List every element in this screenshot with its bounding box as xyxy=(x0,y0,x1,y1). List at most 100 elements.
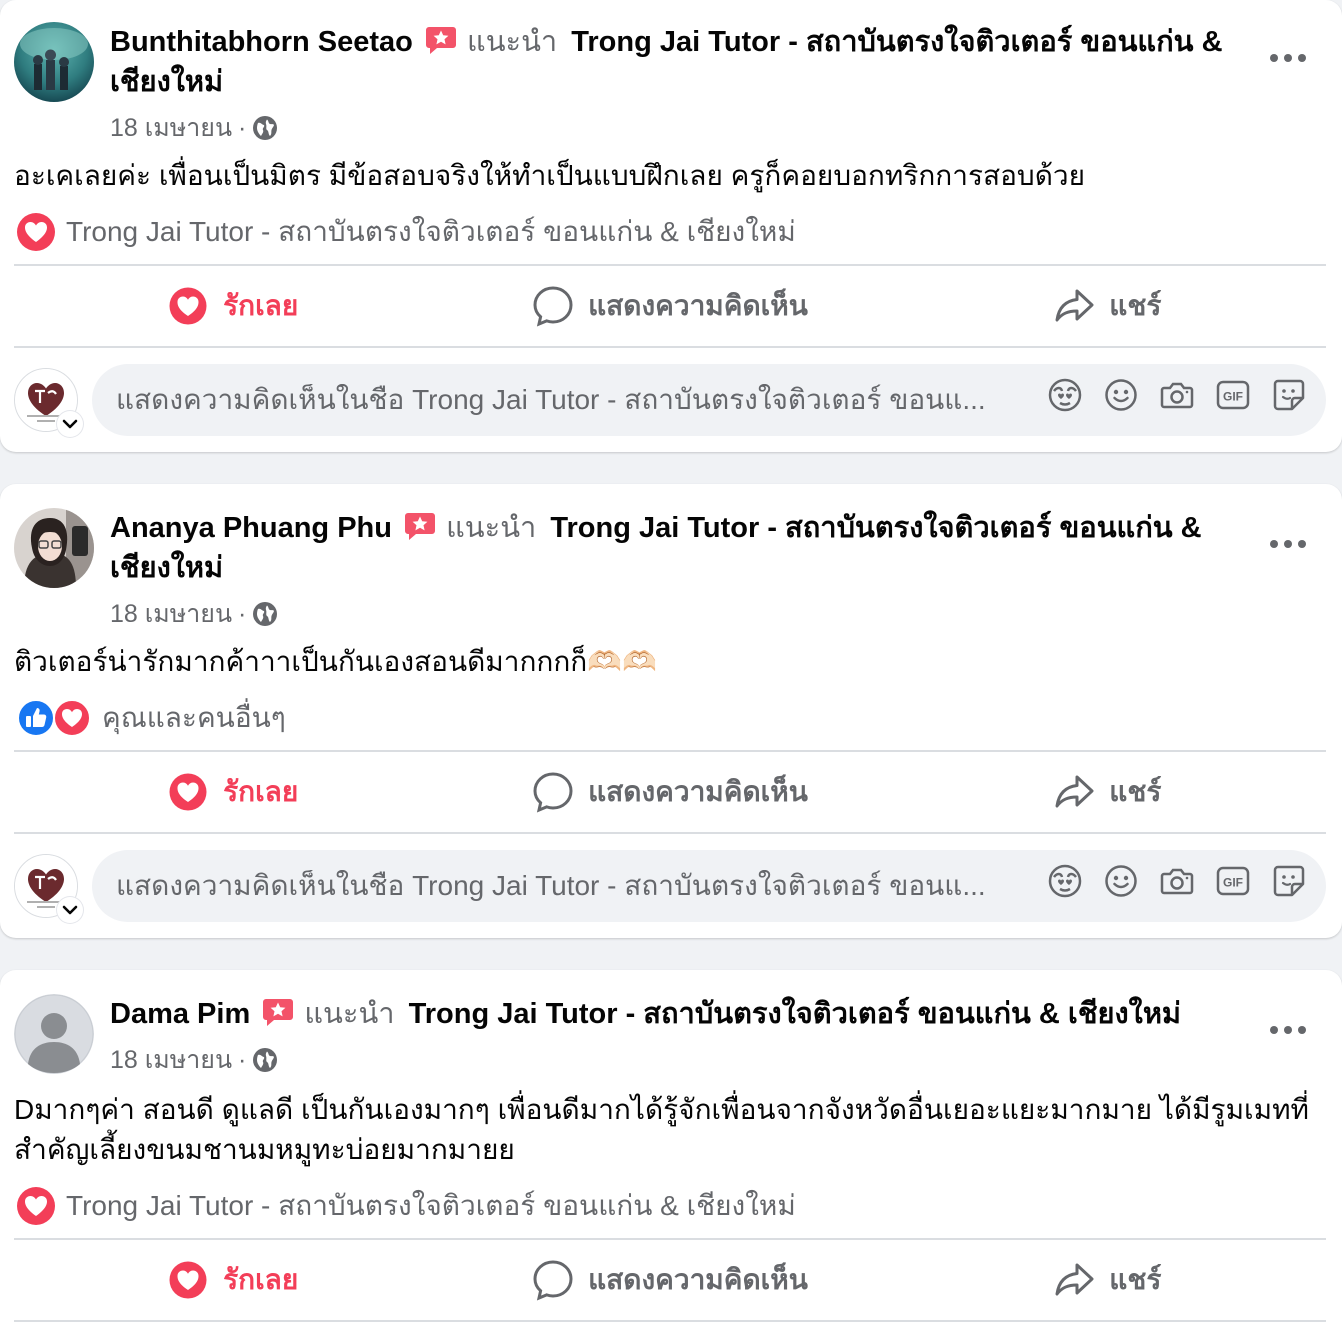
recommend-label: แนะนำ xyxy=(304,998,395,1030)
globe-icon xyxy=(252,1047,278,1073)
love-label: รักเลย xyxy=(223,290,299,321)
action-bar: รักเลย แสดงความคิดเห็น แชร์ xyxy=(14,752,1326,832)
reaction-label: คุณและคนอื่นๆ xyxy=(102,702,286,733)
post-card: Dama Pim แนะนำ Trong Jai Tutor - สถาบันต… xyxy=(0,970,1342,1336)
post-meta: 18 เมษายน · xyxy=(110,594,278,634)
meta-separator: · xyxy=(238,113,247,142)
comment-button[interactable]: แสดงความคิดเห็น xyxy=(451,752,888,832)
post-body: Dมากๆค่า สอนดี ดูแลดี เป็นกันเองมากๆ เพื… xyxy=(14,1094,1309,1165)
comment-label: แสดงความคิดเห็น xyxy=(588,290,808,321)
post-header: Ananya Phuang Phu แนะนำ Trong Jai Tutor … xyxy=(110,508,1240,588)
gif-icon[interactable] xyxy=(1216,864,1250,898)
share-icon xyxy=(1053,285,1095,327)
post-card: Ananya Phuang Phu แนะนำ Trong Jai Tutor … xyxy=(0,484,1342,938)
post-meta: 18 เมษายน · xyxy=(110,1040,278,1080)
comment-tools xyxy=(1048,378,1306,412)
post-body: ติวเตอร์น่ารักมากค้าาาเป็นกันเองสอนดีมาก… xyxy=(14,646,657,677)
avatar-sticker-icon[interactable] xyxy=(1048,378,1082,412)
love-button[interactable]: รักเลย xyxy=(14,1240,451,1320)
author-name[interactable]: Bunthitabhorn Seetao xyxy=(110,26,413,58)
recommend-label: แนะนำ xyxy=(446,512,537,544)
divider xyxy=(14,832,1326,834)
comment-composer xyxy=(14,364,1326,440)
heart-icon xyxy=(167,285,209,327)
share-button[interactable]: แชร์ xyxy=(889,752,1326,832)
heart-icon xyxy=(167,771,209,813)
comment-button[interactable]: แสดงความคิดเห็น xyxy=(451,1240,888,1320)
post-card: Bunthitabhorn Seetao แนะนำ Trong Jai Tut… xyxy=(0,0,1342,452)
post-header: Bunthitabhorn Seetao แนะนำ Trong Jai Tut… xyxy=(110,22,1240,102)
post-meta: 18 เมษายน · xyxy=(110,108,278,148)
author-avatar[interactable] xyxy=(14,994,94,1074)
recommend-icon xyxy=(404,511,436,541)
love-button[interactable]: รักเลย xyxy=(14,752,451,832)
meta-separator: · xyxy=(238,599,247,628)
sticker-icon[interactable] xyxy=(1272,378,1306,412)
recommend-icon xyxy=(262,997,294,1027)
post-header: Dama Pim แนะนำ Trong Jai Tutor - สถาบันต… xyxy=(110,994,1240,1034)
share-label: แชร์ xyxy=(1109,290,1162,321)
page-link[interactable]: Trong Jai Tutor - สถาบันตรงใจติวเตอร์ ขอ… xyxy=(409,998,1181,1030)
comment-tools xyxy=(1048,864,1306,898)
author-name[interactable]: Ananya Phuang Phu xyxy=(110,512,392,544)
globe-icon xyxy=(252,601,278,627)
share-icon xyxy=(1053,1259,1095,1301)
comment-input[interactable] xyxy=(116,384,1036,416)
avatar-sticker-icon[interactable] xyxy=(1048,864,1082,898)
love-label: รักเลย xyxy=(223,776,299,807)
love-icon xyxy=(16,1186,56,1226)
comment-input[interactable] xyxy=(116,870,1036,902)
action-bar: รักเลย แสดงความคิดเห็น แชร์ xyxy=(14,1240,1326,1320)
reaction-summary[interactable]: Trong Jai Tutor - สถาบันตรงใจติวเตอร์ ขอ… xyxy=(16,1184,796,1228)
post-date[interactable]: 18 เมษายน xyxy=(110,1040,232,1080)
share-icon xyxy=(1053,771,1095,813)
comment-box xyxy=(92,364,1326,436)
comment-box xyxy=(92,850,1326,922)
recommend-label: แนะนำ xyxy=(467,26,558,58)
sticker-icon[interactable] xyxy=(1272,864,1306,898)
share-label: แชร์ xyxy=(1109,1264,1162,1295)
chevron-down-icon[interactable] xyxy=(57,411,83,437)
reaction-summary[interactable]: Trong Jai Tutor - สถาบันตรงใจติวเตอร์ ขอ… xyxy=(16,210,796,254)
comment-icon xyxy=(532,771,574,813)
meta-separator: · xyxy=(238,1045,247,1074)
emoji-icon[interactable] xyxy=(1104,378,1138,412)
more-options-icon[interactable] xyxy=(1270,1025,1306,1035)
love-button[interactable]: รักเลย xyxy=(14,266,451,346)
page-avatar[interactable] xyxy=(14,854,83,923)
author-avatar[interactable] xyxy=(14,22,94,102)
more-options-icon[interactable] xyxy=(1270,53,1306,63)
reaction-label: Trong Jai Tutor - สถาบันตรงใจติวเตอร์ ขอ… xyxy=(66,1190,796,1221)
love-label: รักเลย xyxy=(223,1264,299,1295)
comment-composer xyxy=(14,850,1326,926)
camera-icon[interactable] xyxy=(1160,378,1194,412)
reaction-label: Trong Jai Tutor - สถาบันตรงใจติวเตอร์ ขอ… xyxy=(66,216,796,247)
post-date[interactable]: 18 เมษายน xyxy=(110,108,232,148)
author-name[interactable]: Dama Pim xyxy=(110,998,250,1030)
heart-icon xyxy=(167,1259,209,1301)
page-avatar[interactable] xyxy=(14,368,83,437)
author-avatar[interactable] xyxy=(14,508,94,588)
more-options-icon[interactable] xyxy=(1270,539,1306,549)
share-label: แชร์ xyxy=(1109,776,1162,807)
comment-button[interactable]: แสดงความคิดเห็น xyxy=(451,266,888,346)
share-button[interactable]: แชร์ xyxy=(889,266,1326,346)
post-date[interactable]: 18 เมษายน xyxy=(110,594,232,634)
camera-icon[interactable] xyxy=(1160,864,1194,898)
globe-icon xyxy=(252,115,278,141)
chevron-down-icon[interactable] xyxy=(57,897,83,923)
love-icon xyxy=(16,212,56,252)
post-body: อะเคเลยค่ะ เพื่อนเป็นมิตร มีข้อสอบจริงให… xyxy=(14,160,1086,191)
reaction-summary[interactable]: คุณและคนอื่นๆ xyxy=(16,696,286,740)
divider xyxy=(14,346,1326,348)
gif-icon[interactable] xyxy=(1216,378,1250,412)
comment-icon xyxy=(532,1259,574,1301)
comment-label: แสดงความคิดเห็น xyxy=(588,776,808,807)
share-button[interactable]: แชร์ xyxy=(889,1240,1326,1320)
like-icon xyxy=(16,698,56,738)
emoji-icon[interactable] xyxy=(1104,864,1138,898)
recommend-icon xyxy=(425,25,457,55)
comment-icon xyxy=(532,285,574,327)
divider xyxy=(14,1320,1326,1322)
comment-label: แสดงความคิดเห็น xyxy=(588,1264,808,1295)
